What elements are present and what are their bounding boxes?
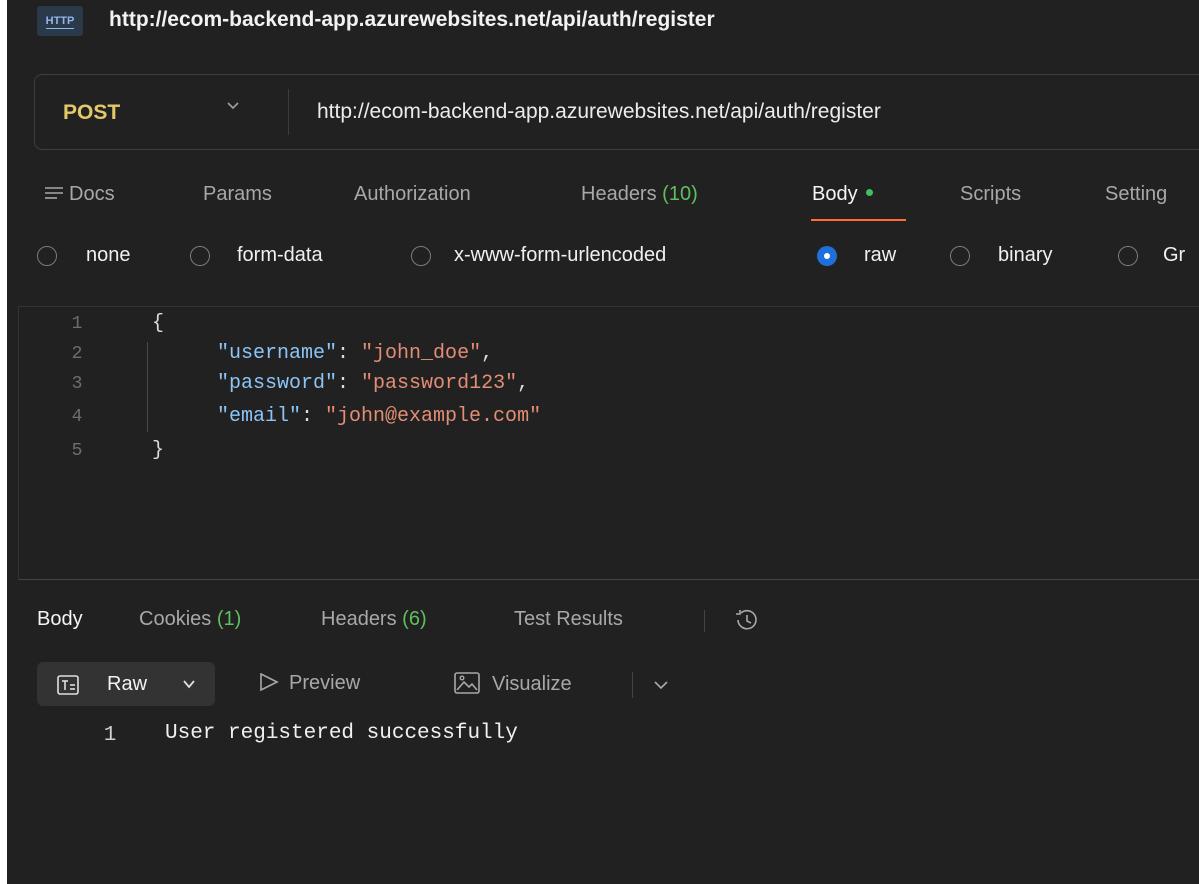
radio-binary[interactable] (950, 246, 970, 266)
tab-label: Params (203, 183, 272, 205)
line-number: 1 (103, 724, 117, 747)
code-line: 2 "username": "john_doe", (7, 342, 1187, 372)
json-value: "password123" (361, 372, 518, 395)
json-key: "username" (217, 342, 338, 365)
code-line: 3 "password": "password123", (7, 372, 1187, 402)
divider (704, 610, 705, 632)
code-text: } (152, 439, 165, 462)
line-number: 5 (71, 441, 83, 461)
response-body-line: 1 User registered successfully (7, 722, 1187, 752)
tab-label: Headers (581, 183, 657, 205)
request-title[interactable]: http://ecom-backend-app.azurewebsites.ne… (109, 8, 715, 32)
option-none-label[interactable]: none (86, 244, 131, 267)
line-number: 1 (71, 314, 83, 334)
tab-settings[interactable]: Setting (1105, 183, 1167, 206)
line-number: 4 (71, 407, 83, 427)
chevron-down-icon[interactable] (227, 99, 239, 111)
json-separator: : (337, 372, 362, 395)
json-value: "john@example.com" (325, 405, 542, 428)
code-text: "email": "john@example.com" (217, 405, 541, 428)
body-indicator-dot (865, 189, 873, 197)
url-input[interactable]: http://ecom-backend-app.azurewebsites.ne… (317, 100, 881, 124)
json-key: "password" (217, 372, 338, 395)
divider (288, 89, 289, 135)
url-bar: POST http://ecom-backend-app.azurewebsit… (34, 74, 1199, 150)
code-text: "password": "password123", (217, 372, 529, 395)
tab-params[interactable]: Params (203, 183, 272, 206)
chevron-down-icon[interactable] (654, 680, 668, 690)
code-text: { (152, 312, 165, 335)
tab-label: Body (812, 183, 858, 205)
tab-label: Headers (321, 608, 397, 630)
line-number: 3 (71, 374, 83, 394)
json-value: "john_doe" (361, 342, 482, 365)
option-binary-label[interactable]: binary (998, 244, 1052, 267)
response-format-dropdown[interactable]: Raw (37, 662, 215, 706)
request-title-bar: HTTP http://ecom-backend-app.azurewebsit… (7, 0, 1199, 44)
tab-docs[interactable]: Docs (45, 183, 115, 206)
line-number: 2 (71, 344, 83, 364)
headers-count: (10) (662, 183, 698, 205)
tab-label: Docs (69, 183, 115, 205)
response-tab-headers[interactable]: Headers (6) (321, 608, 427, 631)
code-line: 1 { (7, 312, 1187, 342)
tab-scripts[interactable]: Scripts (960, 183, 1021, 206)
code-line: 5 } (7, 439, 1187, 469)
tab-headers[interactable]: Headers (10) (581, 183, 698, 206)
radio-raw[interactable] (817, 246, 837, 266)
json-comma: , (481, 342, 494, 365)
json-comma: , (517, 372, 530, 395)
method-select[interactable]: POST (63, 101, 120, 125)
body-type-options: none form-data x-www-form-urlencoded raw… (7, 238, 1199, 278)
option-form-data-label[interactable]: form-data (237, 244, 323, 267)
history-icon[interactable] (732, 606, 762, 634)
json-separator: : (301, 405, 326, 428)
tab-authorization[interactable]: Authorization (354, 183, 471, 206)
response-tab-cookies[interactable]: Cookies (1) (139, 608, 241, 631)
image-icon (454, 672, 480, 694)
code-line: 4 "email": "john@example.com" (7, 405, 1187, 435)
response-tabs: Body Cookies (1) Headers (6) Test Result… (7, 600, 1199, 640)
visualize-label: Visualize (492, 673, 572, 695)
response-text: User registered successfully (165, 722, 518, 745)
active-tab-underline (811, 219, 906, 221)
docs-icon (45, 187, 63, 199)
code-text: "username": "john_doe", (217, 342, 493, 365)
http-icon: HTTP (37, 6, 83, 36)
request-tabs: Docs Params Authorization Headers (10) B… (7, 176, 1199, 226)
radio-none[interactable] (37, 246, 57, 266)
json-key: "email" (217, 405, 302, 428)
visualize-button[interactable]: Visualize (454, 672, 572, 696)
preview-button[interactable]: Preview (259, 672, 360, 695)
raw-text-icon (57, 675, 79, 695)
response-tab-body[interactable]: Body (37, 608, 83, 631)
tab-label: Cookies (139, 608, 212, 630)
tab-label: Setting (1105, 183, 1168, 205)
radio-graphql[interactable] (1118, 246, 1138, 266)
radio-form-data[interactable] (190, 246, 210, 266)
option-urlencoded-label[interactable]: x-www-form-urlencoded (454, 244, 666, 267)
option-raw-label[interactable]: raw (864, 244, 896, 267)
json-separator: : (337, 342, 362, 365)
radio-x-www-form-urlencoded[interactable] (411, 246, 431, 266)
tab-label: Authorization (354, 183, 471, 205)
response-tab-test-results[interactable]: Test Results (514, 608, 623, 631)
format-label: Raw (107, 673, 148, 695)
postman-window: HTTP http://ecom-backend-app.azurewebsit… (7, 0, 1199, 884)
chevron-down-icon (183, 680, 195, 689)
headers-count: (6) (402, 608, 427, 630)
tab-label: Scripts (960, 183, 1022, 205)
tab-body[interactable]: Body (812, 183, 873, 206)
preview-label: Preview (289, 672, 361, 694)
option-graphql-label[interactable]: Gr (1163, 244, 1185, 267)
divider (632, 672, 633, 698)
cookies-count: (1) (216, 608, 242, 630)
play-icon (260, 672, 279, 692)
